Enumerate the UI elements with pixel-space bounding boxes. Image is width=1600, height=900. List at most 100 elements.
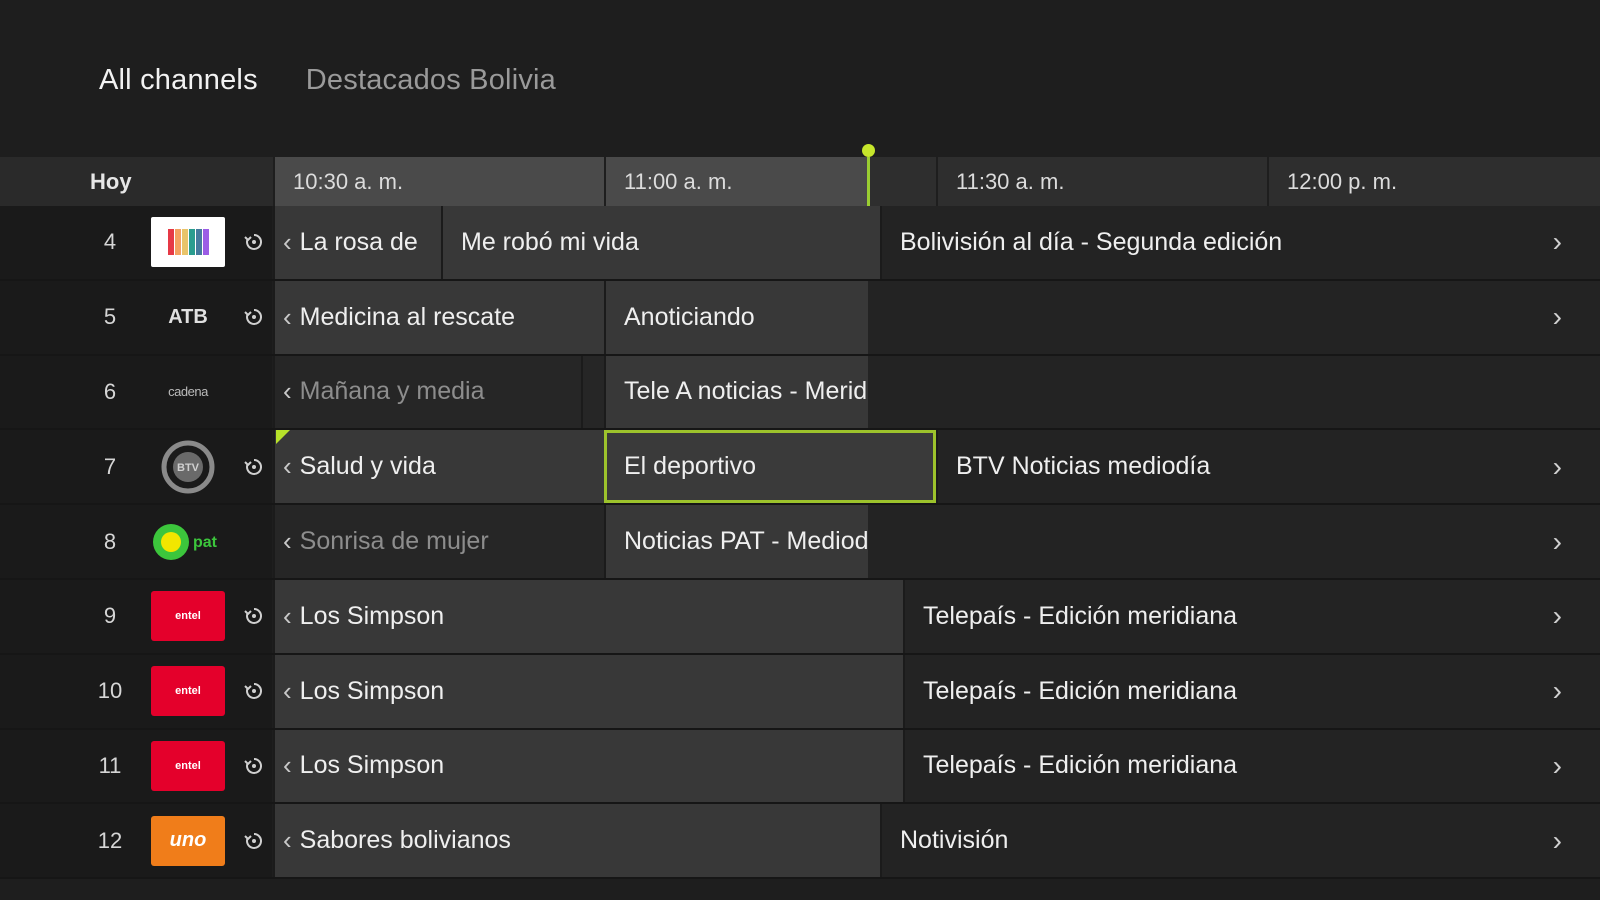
program-cell-focused[interactable]: El deportivo [604,430,936,504]
program-title: Medicina al rescate [299,302,516,331]
time-slot-1130: 11:30 a. m. [936,157,1267,206]
entel-logo: entel [151,666,225,717]
chevron-right-icon: › [1552,749,1562,781]
program-title: La rosa de [299,227,418,256]
time-slot-gap [867,157,936,206]
program-cell[interactable]: ‹ Los Simpson [273,729,903,803]
program-cell[interactable]: ‹ Medicina al rescate [273,280,604,354]
restart-icon[interactable] [243,306,265,328]
program-cell[interactable]: ‹ Los Simpson [273,579,903,653]
chevron-right-icon: › [1552,450,1562,482]
program-title: Salud y vida [299,452,436,481]
program-title: Anoticiando [624,302,755,331]
channel-number: 4 [103,229,117,255]
restart-icon[interactable] [243,680,265,702]
program-title: Sabores bolivianos [299,826,511,855]
tab-destacados-bolivia[interactable]: Destacados Bolivia [306,58,556,102]
channel-row: 12 uno ‹ Sabores bolivianos Notivisión › [0,804,1600,880]
restart-icon[interactable] [243,231,265,253]
time-slot-1200: 12:00 p. m. [1267,157,1600,206]
chevron-right-icon: › [1552,600,1562,632]
program-cell[interactable]: Telepaís - Edición meridiana › [903,579,1600,653]
channel-row: 4 ‹ La rosa de Me robó mi vida Bolivisió… [0,206,1600,281]
program-cell-continued[interactable]: › [868,280,1600,354]
channel-number: 6 [103,378,117,404]
program-cell[interactable]: Noticias PAT - Mediodía [604,505,889,578]
timeline-header: Hoy 10:30 a. m. 11:00 a. m. 11:30 a. m. … [0,157,1600,206]
channel-cell[interactable]: 7 BTV [0,430,272,504]
chevron-right-icon: › [1552,824,1562,856]
program-cell[interactable]: Tele A noticias - Meridiano [604,355,914,429]
program-title: Telepaís - Edición meridiana [923,676,1238,705]
channel-cell[interactable]: 12 uno [0,804,272,878]
channel-number: 5 [103,304,117,330]
program-cell[interactable]: ‹ Sonrisa de mujer [273,505,604,578]
restart-icon[interactable] [243,605,265,627]
channel-row: 5 ATB ‹ Medicina al rescate Anoticiando … [0,280,1600,356]
chevron-right-icon: › [1552,675,1562,707]
program-title: Notivisión [900,826,1009,855]
channel-number: 9 [103,603,117,629]
pat-logo-text: pat [193,534,218,551]
channel-row: 10 entel ‹ Los Simpson Telepaís - Edició… [0,654,1600,730]
restart-icon[interactable] [243,830,265,852]
recording-marker [276,430,290,445]
program-title: Los Simpson [299,751,445,780]
btv-logo: BTV [151,440,225,494]
channel-number: 8 [103,528,117,554]
channel-row: 7 BTV ‹ Salud y vida El deportivo BTV No… [0,430,1600,506]
program-title: Telepaís - Edición meridiana [923,601,1238,630]
channel-row: 8 pat ‹ Sonrisa de mujer Noticias PAT - … [0,505,1600,580]
restart-icon[interactable] [243,755,265,777]
channel-cell[interactable]: 8 pat [0,505,272,578]
time-slot-1100: 11:00 a. m. [604,157,867,206]
channel-cell[interactable]: 10 entel [0,654,272,728]
program-cell[interactable]: ‹ Los Simpson [273,654,903,728]
program-title: Me robó mi vida [461,227,639,256]
program-cell[interactable]: Anoticiando [604,280,868,354]
channel-cell[interactable]: 11 entel [0,729,272,803]
restart-icon[interactable] [243,456,265,478]
program-cell[interactable]: Notivisión › [880,804,1600,878]
program-cell[interactable]: ‹ Sabores bolivianos [273,804,880,878]
channel-row: 9 entel ‹ Los Simpson Telepaís - Edición… [0,579,1600,655]
program-title: Telepaís - Edición meridiana [923,751,1238,780]
program-cell[interactable]: Telepaís - Edición meridiana › [903,654,1600,728]
day-label: Hoy [90,169,132,194]
current-time-marker [862,144,875,157]
program-cell[interactable]: Me robó mi vida [441,206,880,279]
channel-cell[interactable]: 4 [0,206,272,279]
tab-all-channels[interactable]: All channels [99,58,258,102]
program-cell[interactable]: Telepaís - Edición meridiana › [903,729,1600,803]
entel-logo: entel [151,740,225,791]
channel-number: 12 [97,827,123,853]
program-title: Sonrisa de mujer [299,527,489,556]
pat-logo: pat [151,517,225,567]
atb-logo: ATB [168,305,208,328]
program-cell[interactable]: ‹ Salud y vida [273,430,604,504]
program-cell[interactable]: ‹ Mañana y media [273,355,581,429]
channel-cell[interactable]: 5 ATB [0,280,272,354]
channel-cell[interactable]: 9 entel [0,579,272,653]
channel-row: 11 entel ‹ Los Simpson Telepaís - Edició… [0,729,1600,805]
channel-cell[interactable]: 6 cadena [0,355,272,429]
time-bar: 10:30 a. m. 11:00 a. m. 11:30 a. m. 12:0… [273,157,1600,206]
program-cell[interactable]: BTV Noticias mediodía › [936,430,1600,504]
entel-logo: entel [151,591,225,642]
channel-number: 10 [97,678,123,704]
channel-number: 7 [103,453,117,479]
program-gap [581,355,604,429]
channel-number: 11 [98,752,122,778]
cadena-a-logo: cadena [168,384,208,400]
channel-row: 6 cadena ‹ Mañana y media Tele A noticia… [0,355,1600,431]
chevron-right-icon: › [1552,301,1562,333]
program-title: Noticias PAT - Mediodía [624,527,890,556]
program-title: Bolivisión al día - Segunda edición [900,227,1283,256]
bolivision-logo [151,217,225,268]
program-cell[interactable]: Bolivisión al día - Segunda edición › [880,206,1600,279]
program-title: Los Simpson [299,601,445,630]
program-cell[interactable]: ‹ La rosa de [273,206,441,279]
epg-grid: 4 ‹ La rosa de Me robó mi vida Bolivisió… [0,206,1600,880]
program-title: El deportivo [624,452,757,481]
program-cell-continued [868,355,1600,429]
